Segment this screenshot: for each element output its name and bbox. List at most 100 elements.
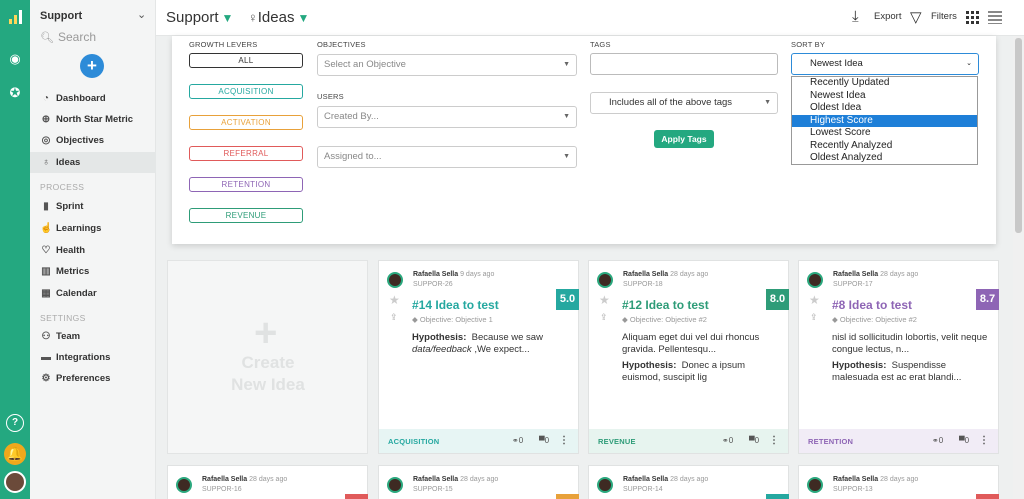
share-icon[interactable]: ⇪ xyxy=(600,312,608,323)
star-icon[interactable]: ★ xyxy=(599,293,610,307)
add-button[interactable]: + xyxy=(80,54,104,78)
sidebar-item-ideas[interactable]: ♁ Ideas xyxy=(30,152,156,173)
sort-select[interactable]: Newest Idea ⌄ xyxy=(791,53,979,75)
more-icon[interactable]: ⋮ xyxy=(559,435,569,446)
bell-icon[interactable]: 🔔 xyxy=(4,443,26,465)
sidebar-item-sprint[interactable]: ▮ Sprint xyxy=(30,196,156,217)
compass-icon: ⊕ xyxy=(41,114,51,125)
share-icon[interactable]: ⇪ xyxy=(390,312,398,323)
idea-card[interactable]: Rafaella Sella 28 days ago SUPPOR-17 8.7… xyxy=(798,260,999,454)
plus-icon: + xyxy=(254,311,278,355)
eye-icon[interactable]: ◉ xyxy=(6,50,24,68)
workspace-name[interactable]: Support xyxy=(40,10,82,22)
idea-card[interactable]: Rafaella Sella 28 days ago SUPPOR-13 xyxy=(798,465,999,499)
filters-button[interactable]: Filters xyxy=(931,11,957,22)
sort-option[interactable]: Oldest Idea xyxy=(792,102,977,115)
sort-option[interactable]: Recently Updated xyxy=(792,77,977,90)
sidebar-item-calendar[interactable]: ▦ Calendar xyxy=(30,283,156,304)
card-author: Rafaella Sella 28 days ago xyxy=(202,476,288,483)
card-description: nisl id sollicitudin lobortis, velit neq… xyxy=(832,332,988,355)
sidebar-item-preferences[interactable]: ⚙ Preferences xyxy=(30,368,156,389)
user-avatar[interactable] xyxy=(4,471,26,493)
lever-acquisition-button[interactable]: ACQUISITION xyxy=(189,84,303,99)
sidebar-search[interactable]: 🔍︎ Search xyxy=(40,30,140,46)
sidebar-item-health[interactable]: ♡ Health xyxy=(30,240,156,261)
breadcrumb-page[interactable]: ♀Ideas ▼ xyxy=(248,9,309,26)
score-badge xyxy=(976,494,999,499)
created-by-select[interactable]: Created By... ▼ xyxy=(317,106,577,128)
breadcrumb-workspace[interactable]: Support ▼ xyxy=(166,9,233,26)
sort-option[interactable]: Lowest Score xyxy=(792,127,977,140)
assigned-to-select[interactable]: Assigned to... ▼ xyxy=(317,146,577,168)
card-code: SUPPOR-15 xyxy=(413,486,453,493)
tags-input[interactable] xyxy=(590,53,778,75)
lever-referral-button[interactable]: REFERRAL xyxy=(189,146,303,161)
idea-card[interactable]: Rafaella Sella 28 days ago SUPPOR-15 xyxy=(378,465,579,499)
idea-card[interactable]: Rafaella Sella 28 days ago SUPPOR-14 xyxy=(588,465,789,499)
card-code: SUPPOR-18 xyxy=(623,281,663,288)
cookie-icon[interactable]: ✪ xyxy=(6,84,24,102)
card-title[interactable]: #8 Idea to test xyxy=(832,298,912,312)
more-icon[interactable]: ⋮ xyxy=(769,435,779,446)
links-count[interactable]: ⚭0 xyxy=(932,436,943,445)
comments-count[interactable]: ▀0 xyxy=(749,436,759,445)
card-hypothesis: Hypothesis: Donec a ipsum euismod, susci… xyxy=(622,360,746,383)
card-code: SUPPOR-16 xyxy=(202,486,242,493)
sidebar-item-objectives[interactable]: ◎ Objectives xyxy=(30,130,156,151)
card-footer: RETENTION ⚭0 ▀0 ⋮ xyxy=(799,429,998,453)
filter-icon[interactable]: ▽ xyxy=(910,8,922,26)
star-icon[interactable]: ★ xyxy=(389,293,400,307)
sort-option[interactable]: Oldest Analyzed xyxy=(792,152,977,165)
score-badge: 5.0 xyxy=(556,289,579,310)
app-rail: ◉ ✪ ? 🔔 xyxy=(0,0,30,499)
sidebar-item-north-star-metric[interactable]: ⊕ North Star Metric xyxy=(30,109,156,130)
export-button[interactable]: Export xyxy=(874,11,901,22)
lightbulb-icon: ♀ xyxy=(248,10,258,25)
avatar xyxy=(597,272,613,288)
scrollbar[interactable] xyxy=(1013,36,1024,499)
lever-revenue-button[interactable]: REVENUE xyxy=(189,208,303,223)
card-author: Rafaella Sella 28 days ago xyxy=(833,271,919,278)
sort-option-highlighted[interactable]: Highest Score xyxy=(792,114,977,127)
process-section-header: PROCESS xyxy=(40,182,85,192)
calendar-icon: ▦ xyxy=(41,288,51,299)
apply-tags-button[interactable]: Apply Tags xyxy=(654,130,714,148)
lever-all-button[interactable]: ALL xyxy=(189,53,303,68)
sidebar-item-metrics[interactable]: ▥ Metrics xyxy=(30,261,156,282)
lever-activation-button[interactable]: ACTIVATION xyxy=(189,115,303,130)
avatar xyxy=(807,477,823,493)
sidebar-item-learnings[interactable]: ☝ Learnings xyxy=(30,218,156,239)
export-icon[interactable]: ⤓ xyxy=(852,8,859,25)
grid-view-icon[interactable] xyxy=(966,11,979,24)
more-icon[interactable]: ⋮ xyxy=(979,435,989,446)
create-idea-card[interactable]: + Create New Idea xyxy=(167,260,368,454)
share-icon[interactable]: ⇪ xyxy=(810,312,818,323)
sidebar-item-team[interactable]: ⚇ Team xyxy=(30,326,156,347)
lever-retention-button[interactable]: RETENTION xyxy=(189,177,303,192)
scrollbar-thumb[interactable] xyxy=(1015,38,1022,233)
idea-card[interactable]: Rafaella Sella 9 days ago SUPPOR-26 5.0 … xyxy=(378,260,579,454)
card-title[interactable]: #14 Idea to test xyxy=(412,298,499,312)
comments-count[interactable]: ▀0 xyxy=(539,436,549,445)
card-title[interactable]: #12 Idea to test xyxy=(622,298,709,312)
idea-card[interactable]: Rafaella Sella 28 days ago SUPPOR-16 xyxy=(167,465,368,499)
comments-count[interactable]: ▀0 xyxy=(959,436,969,445)
chevron-down-icon[interactable]: ⌄ xyxy=(137,8,146,21)
links-count[interactable]: ⚭0 xyxy=(512,436,523,445)
app-logo-icon[interactable] xyxy=(6,8,24,26)
tags-mode-select[interactable]: Includes all of the above tags ▼ xyxy=(590,92,778,114)
idea-card[interactable]: Rafaella Sella 28 days ago SUPPOR-18 8.0… xyxy=(588,260,789,454)
avatar xyxy=(387,272,403,288)
star-icon[interactable]: ★ xyxy=(809,293,820,307)
sort-option[interactable]: Newest Idea xyxy=(792,90,977,103)
list-view-icon[interactable] xyxy=(988,11,1002,24)
settings-section-header: SETTINGS xyxy=(40,313,86,323)
sort-option[interactable]: Recently Analyzed xyxy=(792,140,977,153)
card-lever: REVENUE xyxy=(598,437,636,446)
dashboard-icon: ◔ xyxy=(42,93,50,104)
sidebar-item-dashboard[interactable]: ◔ Dashboard xyxy=(30,88,156,109)
sidebar-item-integrations[interactable]: ▬ Integrations xyxy=(30,347,156,368)
objective-select[interactable]: Select an Objective ▼ xyxy=(317,54,577,76)
help-icon[interactable]: ? xyxy=(6,414,24,432)
links-count[interactable]: ⚭0 xyxy=(722,436,733,445)
